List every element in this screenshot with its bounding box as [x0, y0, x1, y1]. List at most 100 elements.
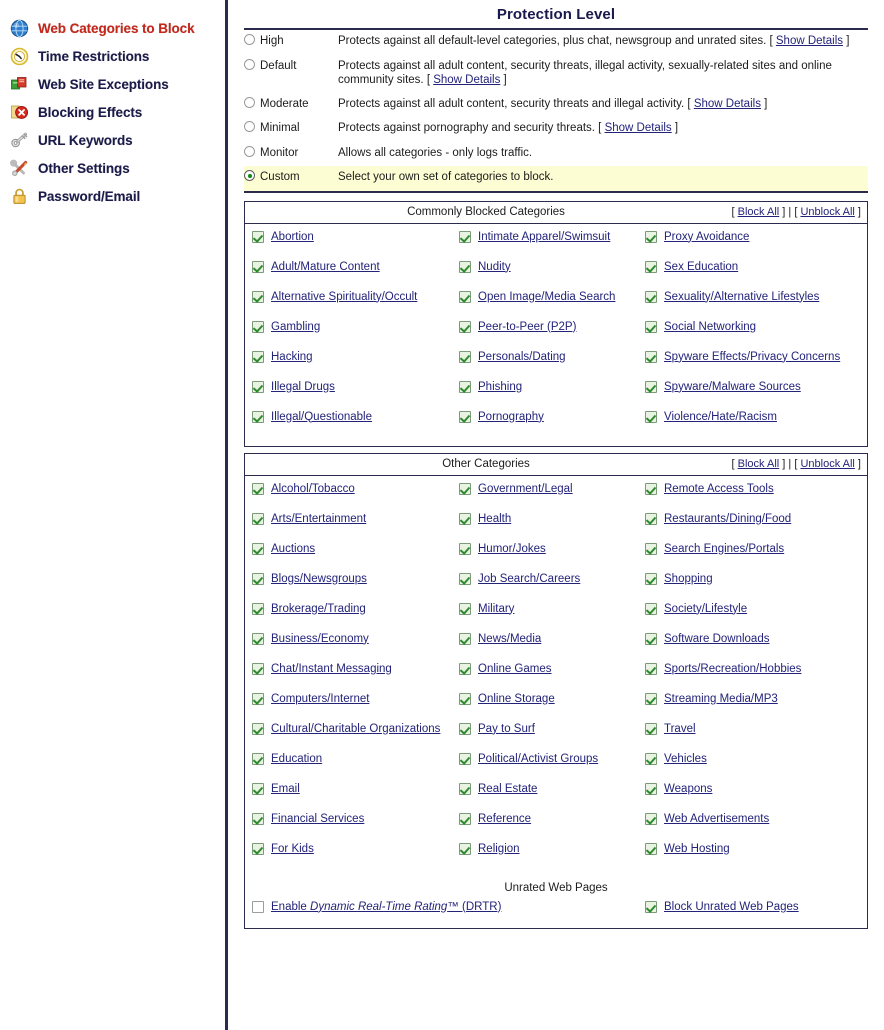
category-label[interactable]: Spyware/Malware Sources: [664, 380, 801, 395]
radio-high[interactable]: [244, 34, 255, 45]
category-label[interactable]: Personals/Dating: [478, 350, 566, 365]
category-checkbox[interactable]: [645, 752, 657, 765]
category-label[interactable]: Pay to Surf: [478, 722, 535, 737]
protection-level-row[interactable]: High Protects against all default-level c…: [244, 30, 868, 55]
category-label[interactable]: Education: [271, 752, 322, 767]
category-checkbox[interactable]: [645, 260, 657, 273]
category-item[interactable]: Education: [245, 752, 452, 782]
category-label[interactable]: Spyware Effects/Privacy Concerns: [664, 350, 840, 365]
category-label[interactable]: Religion: [478, 842, 520, 857]
category-item[interactable]: Spyware Effects/Privacy Concerns: [638, 350, 867, 380]
category-label[interactable]: Brokerage/Trading: [271, 602, 366, 617]
category-item[interactable]: Illegal Drugs: [245, 380, 452, 410]
drtr-option[interactable]: Enable Dynamic Real-Time Rating™ (DRTR): [245, 900, 638, 920]
category-label[interactable]: Blogs/Newsgroups: [271, 572, 367, 587]
show-details-link[interactable]: Show Details: [776, 35, 843, 47]
protection-level-name[interactable]: Minimal: [260, 117, 338, 142]
category-label[interactable]: Phishing: [478, 380, 522, 395]
protection-level-name[interactable]: High: [260, 30, 338, 55]
category-checkbox[interactable]: [252, 410, 264, 423]
category-item[interactable]: Government/Legal: [452, 482, 638, 512]
category-item[interactable]: News/Media: [452, 632, 638, 662]
category-checkbox[interactable]: [645, 512, 657, 525]
category-item[interactable]: Remote Access Tools: [638, 482, 867, 512]
block-all-link-other[interactable]: Block All: [738, 458, 780, 470]
sidebar-item-web-categories-to-block[interactable]: Web Categories to Block: [0, 14, 225, 42]
category-checkbox[interactable]: [645, 350, 657, 363]
category-label[interactable]: For Kids: [271, 842, 314, 857]
show-details-link[interactable]: Show Details: [694, 98, 761, 110]
category-item[interactable]: Pornography: [452, 410, 638, 440]
category-label[interactable]: Humor/Jokes: [478, 542, 546, 557]
protection-level-radio-cell[interactable]: [244, 142, 260, 167]
category-item[interactable]: Online Storage: [452, 692, 638, 722]
category-item[interactable]: Chat/Instant Messaging: [245, 662, 452, 692]
protection-level-name[interactable]: Moderate: [260, 93, 338, 118]
category-checkbox[interactable]: [252, 572, 264, 585]
category-label[interactable]: Shopping: [664, 572, 713, 587]
radio-minimal[interactable]: [244, 121, 255, 132]
category-checkbox[interactable]: [645, 542, 657, 555]
protection-level-name[interactable]: Custom: [260, 166, 338, 191]
category-checkbox[interactable]: [252, 602, 264, 615]
category-item[interactable]: Pay to Surf: [452, 722, 638, 752]
block-unrated-label[interactable]: Block Unrated Web Pages: [664, 900, 799, 915]
category-item[interactable]: Search Engines/Portals: [638, 542, 867, 572]
category-checkbox[interactable]: [459, 722, 471, 735]
category-checkbox[interactable]: [645, 320, 657, 333]
category-label[interactable]: Adult/Mature Content: [271, 260, 380, 275]
category-checkbox[interactable]: [459, 350, 471, 363]
category-label[interactable]: Sex Education: [664, 260, 738, 275]
unblock-all-link-other[interactable]: Unblock All: [800, 458, 854, 470]
category-checkbox[interactable]: [459, 812, 471, 825]
category-checkbox[interactable]: [252, 350, 264, 363]
category-label[interactable]: Vehicles: [664, 752, 707, 767]
category-label[interactable]: Military: [478, 602, 514, 617]
category-checkbox[interactable]: [645, 290, 657, 303]
category-item[interactable]: Adult/Mature Content: [245, 260, 452, 290]
category-item[interactable]: Gambling: [245, 320, 452, 350]
category-checkbox[interactable]: [252, 260, 264, 273]
category-checkbox[interactable]: [645, 410, 657, 423]
category-item[interactable]: Arts/Entertainment: [245, 512, 452, 542]
category-checkbox[interactable]: [645, 380, 657, 393]
category-checkbox[interactable]: [252, 542, 264, 555]
category-checkbox[interactable]: [645, 602, 657, 615]
block-all-link-commonly[interactable]: Block All: [738, 206, 780, 218]
category-label[interactable]: Intimate Apparel/Swimsuit: [478, 230, 610, 245]
category-label[interactable]: Online Games: [478, 662, 552, 677]
category-item[interactable]: Hacking: [245, 350, 452, 380]
category-label[interactable]: Arts/Entertainment: [271, 512, 366, 527]
category-label[interactable]: Web Hosting: [664, 842, 730, 857]
protection-level-name[interactable]: Monitor: [260, 142, 338, 167]
category-label[interactable]: Illegal Drugs: [271, 380, 335, 395]
category-checkbox[interactable]: [645, 632, 657, 645]
category-checkbox[interactable]: [459, 572, 471, 585]
category-item[interactable]: Software Downloads: [638, 632, 867, 662]
category-item[interactable]: Alcohol/Tobacco: [245, 482, 452, 512]
category-label[interactable]: Proxy Avoidance: [664, 230, 749, 245]
category-label[interactable]: Sports/Recreation/Hobbies: [664, 662, 801, 677]
category-item[interactable]: Religion: [452, 842, 638, 872]
radio-default[interactable]: [244, 58, 255, 70]
category-label[interactable]: Travel: [664, 722, 696, 737]
category-checkbox[interactable]: [645, 782, 657, 795]
category-item[interactable]: Phishing: [452, 380, 638, 410]
category-checkbox[interactable]: [459, 380, 471, 393]
category-checkbox[interactable]: [252, 482, 264, 495]
category-item[interactable]: Shopping: [638, 572, 867, 602]
category-item[interactable]: For Kids: [245, 842, 452, 872]
category-item[interactable]: Reference: [452, 812, 638, 842]
category-checkbox[interactable]: [252, 752, 264, 765]
category-label[interactable]: Online Storage: [478, 692, 555, 707]
category-checkbox[interactable]: [645, 722, 657, 735]
category-item[interactable]: Financial Services: [245, 812, 452, 842]
category-label[interactable]: Abortion: [271, 230, 314, 245]
category-checkbox[interactable]: [252, 692, 264, 705]
sidebar-item-web-site-exceptions[interactable]: Web Site Exceptions: [0, 70, 225, 98]
category-label[interactable]: Alcohol/Tobacco: [271, 482, 355, 497]
category-item[interactable]: Military: [452, 602, 638, 632]
sidebar-item-password-email[interactable]: Password/Email: [0, 182, 225, 210]
category-checkbox[interactable]: [459, 692, 471, 705]
category-label[interactable]: Web Advertisements: [664, 812, 769, 827]
